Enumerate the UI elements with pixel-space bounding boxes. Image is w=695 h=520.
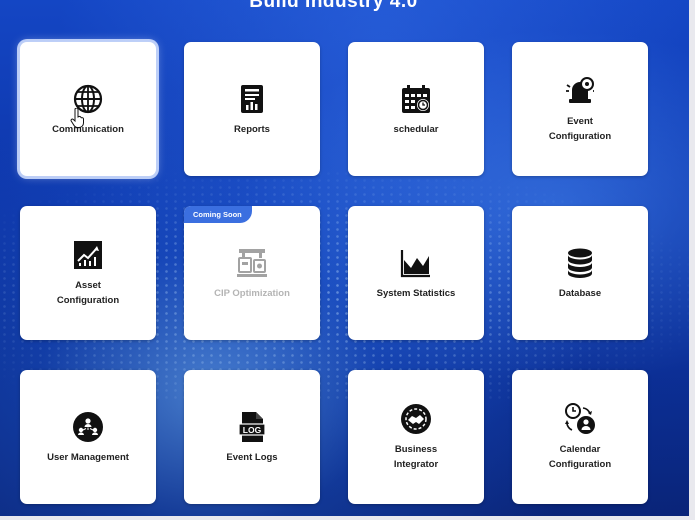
tile-label: Event Configuration — [548, 116, 612, 142]
pipeline-machine-icon — [235, 246, 269, 280]
hand-cursor-icon — [70, 107, 86, 133]
tile-event-logs[interactable]: LOG Event Logs — [184, 370, 320, 504]
tile-communication[interactable]: Communication — [20, 42, 156, 176]
tile-system-statistics[interactable]: System Statistics — [348, 206, 484, 340]
log-file-icon: LOG — [235, 410, 269, 444]
tile-label: Asset Configuration — [56, 280, 120, 306]
area-chart-icon — [399, 246, 433, 280]
user-network-icon — [71, 410, 105, 444]
handshake-gear-icon — [399, 402, 433, 436]
tile-schedular[interactable]: schedular — [348, 42, 484, 176]
database-icon — [563, 246, 597, 280]
tile-reports[interactable]: Reports — [184, 42, 320, 176]
tile-label: schedular — [393, 123, 439, 135]
tile-calendar-configuration[interactable]: Calendar Configuration — [512, 370, 648, 504]
growth-chart-icon — [71, 238, 105, 272]
tile-business-integrator[interactable]: Business Integrator — [348, 370, 484, 504]
window-edge-bottom — [0, 516, 695, 520]
calendar-schedule-icon — [399, 82, 433, 116]
tile-label: Business Integrator — [393, 444, 439, 470]
tile-event-configuration[interactable]: Event Configuration — [512, 42, 648, 176]
tile-user-management[interactable]: User Management — [20, 370, 156, 504]
window-edge — [689, 0, 695, 520]
coming-soon-badge: Coming Soon — [184, 206, 252, 223]
tile-label: Calendar Configuration — [548, 444, 612, 470]
page-title: Build Industry 4.0 — [249, 0, 418, 12]
log-icon-text: LOG — [243, 425, 262, 435]
tile-label: Database — [558, 287, 602, 299]
tile-label: System Statistics — [376, 287, 456, 299]
tile-label: Communication — [52, 123, 124, 135]
tile-label: Event Logs — [226, 451, 278, 463]
tile-cip-optimization[interactable]: Coming Soon CIP Optimization — [184, 206, 320, 340]
tile-label: CIP Optimization — [214, 287, 290, 299]
tile-label: Reports — [234, 123, 270, 135]
tile-asset-configuration[interactable]: Asset Configuration — [20, 206, 156, 340]
alarm-bell-icon — [563, 74, 597, 108]
report-icon — [235, 82, 269, 116]
clock-user-sync-icon — [563, 402, 597, 436]
tile-database[interactable]: Database — [512, 206, 648, 340]
tile-label: User Management — [47, 451, 129, 463]
